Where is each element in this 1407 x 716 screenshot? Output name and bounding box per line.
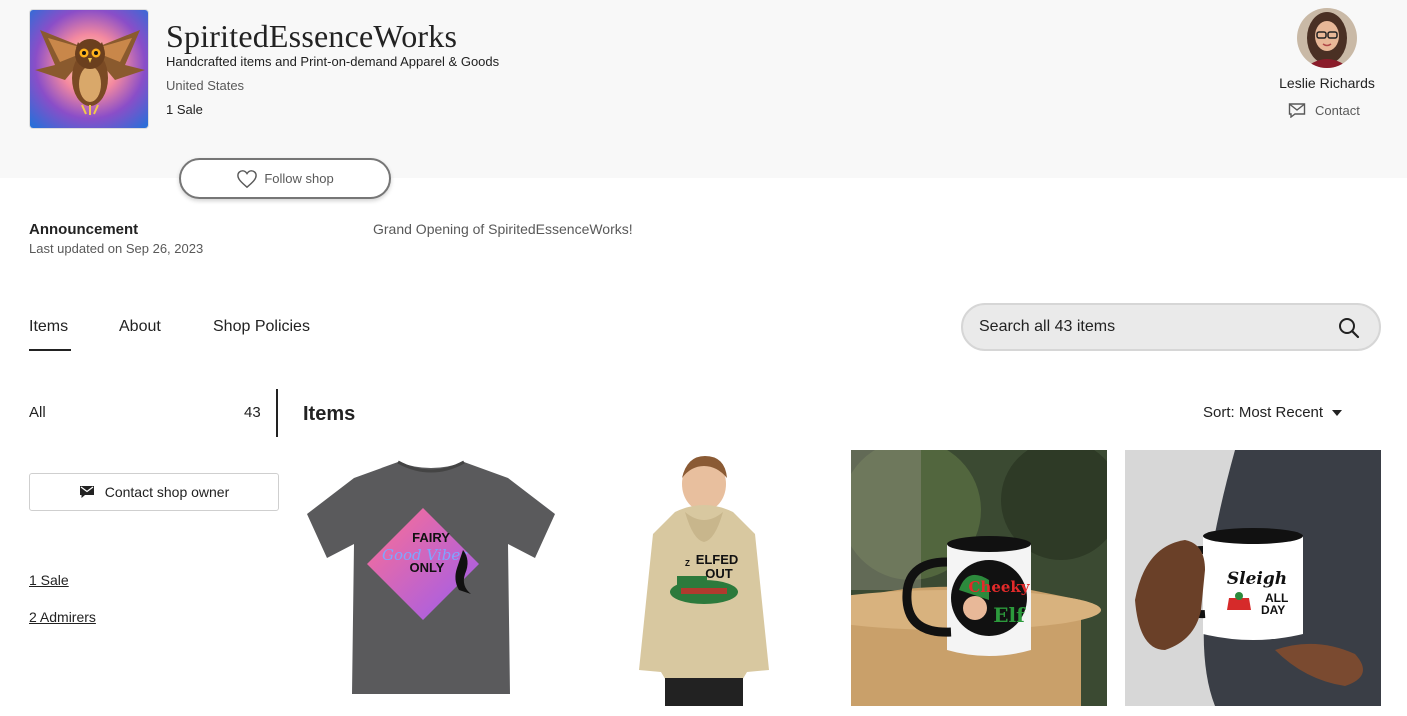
sales-link[interactable]: 1 Sale <box>29 572 69 588</box>
print-line: Elf <box>993 603 1026 627</box>
shop-sales-count: 1 Sale <box>166 102 203 117</box>
category-all[interactable]: All <box>29 404 46 421</box>
tab-about[interactable]: About <box>119 318 161 336</box>
follow-shop-label: Follow shop <box>264 171 334 186</box>
search-icon[interactable] <box>1337 316 1361 340</box>
tshirt-product-image: FAIRY Good Vibes ONLY <box>303 450 559 706</box>
listing-card[interactable]: Cheeky Elf <box>851 450 1107 706</box>
follow-shop-button[interactable]: Follow shop <box>179 158 391 199</box>
category-all-count: 43 <box>244 404 261 421</box>
print-line: Cheeky <box>968 578 1030 596</box>
print-line: ONLY <box>410 560 445 575</box>
announcement-updated: Last updated on Sep 26, 2023 <box>29 241 204 256</box>
listing-card[interactable]: FAIRY Good Vibes ONLY <box>303 450 559 706</box>
message-icon <box>79 486 94 498</box>
contact-shop-owner-label: Contact shop owner <box>104 484 230 500</box>
shop-logo[interactable] <box>29 9 149 129</box>
category-active-indicator <box>276 389 278 437</box>
print-line: OUT <box>705 566 733 581</box>
listing-card[interactable]: Sleigh ALL DAY <box>1125 450 1381 706</box>
sort-label: Sort: Most Recent <box>1203 404 1324 421</box>
contact-shop-owner-button[interactable]: Contact shop owner <box>29 473 279 511</box>
listing-card[interactable]: Z ELFED OUT <box>577 450 833 706</box>
tab-items[interactable]: Items <box>29 318 68 336</box>
owner-avatar[interactable] <box>1297 8 1357 68</box>
contact-owner-link[interactable]: Contact <box>1288 102 1360 118</box>
sleigh-mug-image: Sleigh ALL DAY <box>1125 450 1381 706</box>
print-line: ELFED <box>696 552 739 567</box>
owner-photo-icon <box>1297 8 1357 68</box>
hoodie-product-image: Z ELFED OUT <box>577 450 833 706</box>
admirers-link[interactable]: 2 Admirers <box>29 609 96 625</box>
caret-down-icon <box>1332 409 1343 416</box>
cheeky-elf-mug-image: Cheeky Elf <box>851 450 1107 706</box>
contact-label: Contact <box>1315 102 1360 118</box>
tab-shop-policies[interactable]: Shop Policies <box>213 318 310 336</box>
print-line: DAY <box>1261 603 1285 617</box>
shop-location: United States <box>166 78 245 93</box>
sort-dropdown[interactable]: Sort: Most Recent <box>1203 404 1343 421</box>
shop-name: SpiritedEssenceWorks <box>166 18 458 54</box>
print-line: Sleigh <box>1227 569 1287 589</box>
shop-search <box>961 303 1381 351</box>
heart-icon <box>237 169 258 188</box>
svg-text:Z: Z <box>685 559 690 568</box>
active-tab-indicator <box>29 349 71 351</box>
shop-tagline: Handcrafted items and Print-on-demand Ap… <box>166 54 500 69</box>
search-input[interactable] <box>979 318 1319 336</box>
owner-name[interactable]: Leslie Richards <box>1258 75 1396 91</box>
items-heading: Items <box>303 403 356 425</box>
announcement-title: Announcement <box>29 221 139 238</box>
announcement-text: Grand Opening of SpiritedEssenceWorks! <box>373 221 633 237</box>
owl-logo-icon <box>30 10 148 128</box>
print-line: FAIRY <box>412 530 450 545</box>
envelope-icon <box>1288 103 1306 118</box>
